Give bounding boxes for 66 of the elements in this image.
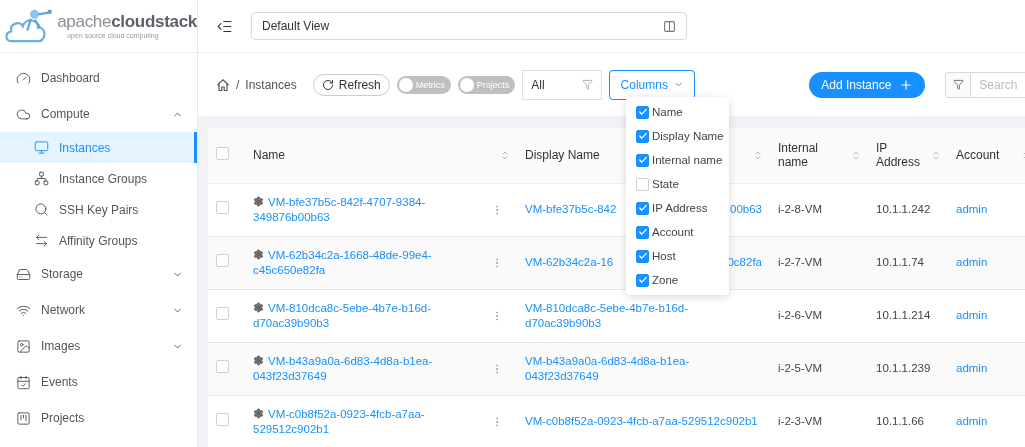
table-cell: i-2-6-VM <box>770 289 868 342</box>
sidebar-item[interactable]: Events <box>0 364 197 400</box>
column-option[interactable]: IP Address <box>626 196 729 220</box>
table-cell[interactable]: admin <box>948 183 1025 236</box>
instance-link[interactable]: VM-bfe37b5c-842f-4707-9384-349876b00b63 <box>253 194 485 225</box>
column-header: Display Name <box>525 148 600 163</box>
account-link[interactable]: admin <box>956 361 1025 376</box>
sidebar-item[interactable]: Storage <box>0 256 197 292</box>
sidebar-item[interactable]: Compute <box>0 96 197 132</box>
account-link[interactable]: admin <box>956 414 1025 429</box>
table-cell: i-2-3-VM <box>770 395 868 447</box>
breadcrumb-item: Instances <box>245 77 297 92</box>
instance-link[interactable]: VM-b43a9a0a-6d83-4d8a-b1ea-043f23d37649 <box>253 353 485 384</box>
table-cell: 10.1.1.66 <box>868 395 948 447</box>
sidebar-item[interactable]: Instances <box>0 132 197 163</box>
table-cell: i-2-5-VM <box>770 342 868 395</box>
table-cell[interactable]: admin <box>948 236 1025 289</box>
toggle-switch[interactable]: Projects <box>457 75 516 94</box>
display-name-link[interactable]: VM-810dca8c-5ebe-4b7e-b16d-d70ac39b90b3 <box>525 300 762 331</box>
sidebar-item[interactable]: Network <box>0 292 197 328</box>
sidebar-item[interactable]: Projects <box>0 400 197 436</box>
account-link[interactable]: admin <box>956 255 1025 270</box>
sidebar-item[interactable]: Affinity Groups <box>0 225 197 256</box>
table-cell[interactable]: admin <box>948 395 1025 447</box>
instance-link[interactable]: VM-62b34c2a-1668-48de-99e4-c45c650e82fa <box>253 247 485 278</box>
table-cell[interactable]: admin <box>948 289 1025 342</box>
sidebar-item[interactable]: Instance Groups <box>0 163 197 194</box>
sidebar-item[interactable]: Images <box>0 328 197 364</box>
view-select[interactable]: Default View <box>251 12 687 40</box>
toggle-switch[interactable]: Metrics <box>396 75 451 94</box>
table-cell: i-2-7-VM <box>770 236 868 289</box>
sidebar-item[interactable]: Dashboard <box>0 60 197 96</box>
columns-button[interactable]: Columns <box>609 69 696 100</box>
filter-select[interactable]: All <box>522 69 603 100</box>
table-cell: 10.1.1.242 <box>868 183 948 236</box>
display-name-link[interactable]: VM-bfe37b5c-842 <box>525 202 617 217</box>
display-name-link[interactable]: 00b63 <box>730 202 762 217</box>
display-name-link[interactable]: VM-c0b8f52a-0923-4fcb-a7aa-529512c902b1 <box>525 414 758 429</box>
instance-link[interactable]: VM-c0b8f52a-0923-4fcb-a7aa-529512c902b1 <box>253 406 485 437</box>
search-field[interactable]: Search <box>971 71 1025 98</box>
column-header: Internal name <box>778 141 820 170</box>
display-name-link[interactable]: VM-b43a9a0a-6d83-4d8a-b1ea-043f23d37649 <box>525 353 762 384</box>
table-cell: 10.1.1.74 <box>868 236 948 289</box>
column-option[interactable]: Internal name <box>626 148 729 172</box>
column-header: Account <box>956 148 1000 163</box>
column-header: IP Address <box>876 141 922 170</box>
display-name-link[interactable]: VM-62b34c2a-16 <box>525 255 614 270</box>
column-header: Name <box>253 148 285 163</box>
account-link[interactable]: admin <box>956 308 1025 323</box>
table-cell: 10.1.1.214 <box>868 289 948 342</box>
brand-name: apachecloudstack <box>57 13 197 30</box>
table-cell[interactable]: admin <box>948 342 1025 395</box>
column-option[interactable]: State <box>626 172 729 196</box>
column-option[interactable]: Display Name <box>626 124 729 148</box>
refresh-button[interactable]: Refresh <box>312 73 390 96</box>
account-link[interactable]: admin <box>956 202 1025 217</box>
column-option[interactable]: Host <box>626 244 729 268</box>
column-option[interactable]: Account <box>626 220 729 244</box>
breadcrumb-separator: / <box>236 77 240 92</box>
table-cell: i-2-8-VM <box>770 183 868 236</box>
table-cell: 10.1.1.239 <box>868 342 948 395</box>
add-instance-button[interactable]: Add Instance <box>809 71 926 98</box>
instance-link[interactable]: VM-810dca8c-5ebe-4b7e-b16d-d70ac39b90b3 <box>253 300 485 331</box>
column-option[interactable]: Name <box>626 100 729 124</box>
column-option[interactable]: Zone <box>626 268 729 292</box>
sidebar-item[interactable]: SSH Key Pairs <box>0 194 197 225</box>
